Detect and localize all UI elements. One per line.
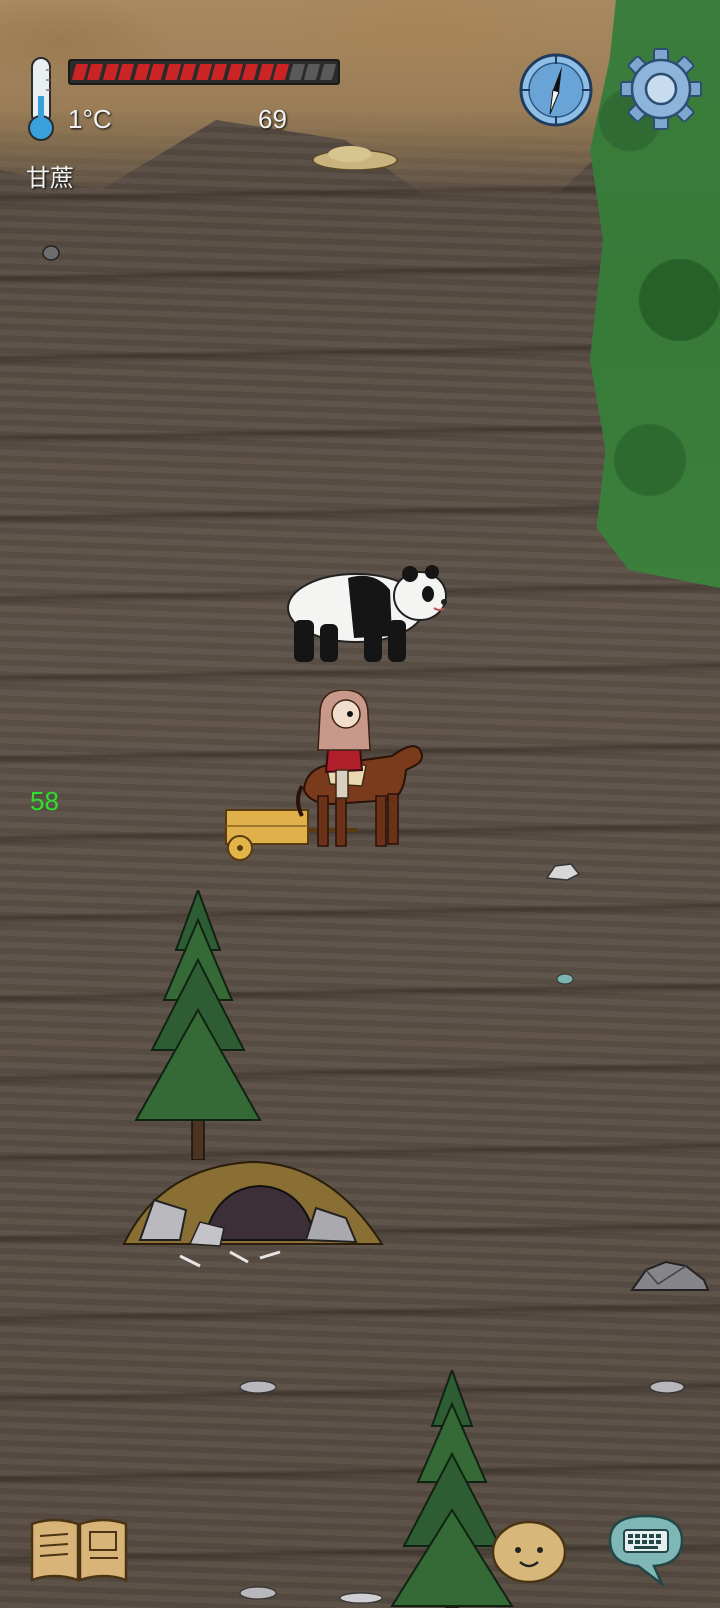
compass-icon[interactable] <box>518 52 594 128</box>
food-bar-segment <box>226 64 244 80</box>
food-bar-segment <box>288 64 306 80</box>
emote-face-icon[interactable] <box>490 1518 568 1584</box>
held-item-label: 甘蔗 <box>26 165 74 192</box>
flint-stone[interactable] <box>545 862 581 882</box>
food-bar-segment <box>211 64 228 80</box>
boulder[interactable] <box>628 1258 712 1294</box>
food-bar-segment <box>149 64 166 80</box>
food-bar-segment <box>102 64 120 80</box>
food-bar-segment <box>257 64 275 80</box>
bear-cave[interactable] <box>120 1148 390 1268</box>
small-stone[interactable] <box>236 1584 280 1600</box>
gear-icon[interactable] <box>620 48 702 130</box>
food-bar-segment <box>303 64 321 80</box>
food-bar-segment <box>87 64 105 80</box>
dry-grass-pile[interactable] <box>310 140 400 170</box>
small-stone[interactable] <box>646 1378 688 1394</box>
food-bar-segment <box>195 64 213 80</box>
food-value: 69 <box>258 104 287 134</box>
keyboard-chat-icon[interactable] <box>604 1510 688 1588</box>
food-bar-segment <box>164 64 182 80</box>
thermometer-icon <box>28 57 54 141</box>
small-stone[interactable] <box>336 1590 386 1604</box>
temperature-readout: 1°C <box>68 104 112 134</box>
small-stone[interactable] <box>554 972 576 986</box>
food-bar-segment <box>242 64 259 80</box>
small-stone[interactable] <box>236 1378 280 1394</box>
fps-counter: 58 <box>30 786 59 816</box>
book-icon[interactable] <box>28 1516 130 1584</box>
panda[interactable] <box>284 556 454 668</box>
player-on-horse[interactable] <box>296 690 436 860</box>
food-bar-segment <box>180 64 197 80</box>
food-bar-segment <box>118 64 136 80</box>
food-bar-segment <box>71 64 89 80</box>
food-bar-segment <box>272 64 290 80</box>
food-bar <box>68 59 340 85</box>
food-bar-segment <box>133 64 151 80</box>
pine-tree[interactable] <box>130 890 270 1160</box>
food-bar-segment <box>319 64 337 80</box>
round-stone[interactable] <box>40 244 62 262</box>
